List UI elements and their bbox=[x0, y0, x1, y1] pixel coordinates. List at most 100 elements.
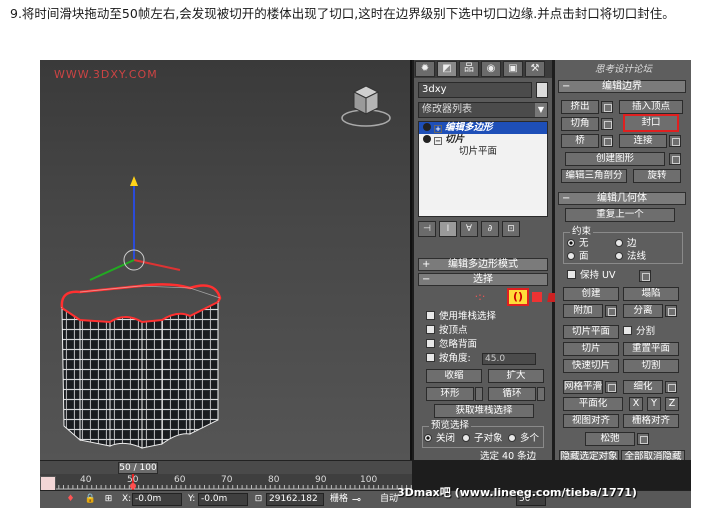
show-end-result-icon[interactable]: I bbox=[439, 221, 457, 237]
stack-item-edit-poly[interactable]: + 编辑多边形 bbox=[419, 122, 547, 134]
loop-button[interactable]: 循环 bbox=[488, 387, 536, 401]
x-coordinate-field[interactable]: -0.0m bbox=[132, 493, 182, 506]
collapse-button[interactable]: 塌陷 bbox=[623, 287, 679, 301]
by-angle-checkbox[interactable]: 按角度: bbox=[426, 353, 471, 365]
collapse-icon[interactable]: − bbox=[434, 137, 442, 145]
tessellate-settings-button[interactable] bbox=[665, 381, 677, 393]
ignore-backfacing-checkbox[interactable]: 忽略背面 bbox=[426, 339, 477, 351]
attach-settings-button[interactable] bbox=[605, 305, 617, 317]
planar-y-button[interactable]: Y bbox=[647, 397, 661, 411]
motion-tab-icon[interactable]: ◉ bbox=[481, 61, 501, 77]
unhide-all-button[interactable]: 全部取消隐藏 bbox=[621, 450, 685, 460]
connect-settings-button[interactable] bbox=[669, 135, 681, 147]
stack-item-slice-plane[interactable]: 切片平面 bbox=[419, 146, 547, 158]
create-button[interactable]: 创建 bbox=[563, 287, 619, 301]
create-tab-icon[interactable]: ✹ bbox=[415, 61, 435, 77]
ring-spinner-button[interactable] bbox=[475, 387, 483, 401]
msmooth-settings-button[interactable] bbox=[605, 381, 617, 393]
use-stack-selection-checkbox[interactable]: 使用堆栈选择 bbox=[426, 311, 496, 323]
preserve-uv-settings-button[interactable] bbox=[639, 270, 651, 282]
constraint-normal-radio[interactable]: 法线 bbox=[615, 251, 646, 263]
relax-button[interactable]: 松弛 bbox=[585, 432, 635, 446]
preview-subobject-radio[interactable]: 子对象 bbox=[462, 433, 503, 445]
split-checkbox[interactable]: 分割 bbox=[623, 326, 655, 338]
planar-z-button[interactable]: Z bbox=[665, 397, 679, 411]
relax-settings-button[interactable] bbox=[637, 433, 649, 445]
turn-button[interactable]: 旋转 bbox=[633, 169, 681, 183]
reset-plane-button[interactable]: 重置平面 bbox=[623, 342, 679, 356]
hierarchy-tab-icon[interactable]: 品 bbox=[459, 61, 479, 77]
preview-off-radio[interactable]: 关闭 bbox=[424, 433, 455, 445]
make-unique-icon[interactable]: ∀ bbox=[460, 221, 478, 237]
grid-align-button[interactable]: 栅格对齐 bbox=[623, 414, 679, 428]
make-planar-button[interactable]: 平面化 bbox=[563, 397, 623, 411]
pin-stack-icon[interactable]: ⊣ bbox=[418, 221, 436, 237]
modify-tab-icon[interactable]: ◩ bbox=[437, 61, 457, 77]
lock-icon[interactable]: 🔒 bbox=[84, 493, 97, 506]
auto-key-button[interactable]: 自动 bbox=[380, 494, 398, 505]
extrude-button[interactable]: 挤出 bbox=[561, 100, 599, 114]
polygon-level-icon[interactable] bbox=[532, 292, 542, 302]
loop-spinner-button[interactable] bbox=[537, 387, 545, 401]
lightbulb-icon[interactable] bbox=[423, 135, 431, 143]
edit-triangulation-button[interactable]: 编辑三角剖分 bbox=[561, 169, 627, 183]
grow-button[interactable]: 扩大 bbox=[488, 369, 544, 383]
modifier-stack[interactable]: + 编辑多边形 − 切片 切片平面 bbox=[418, 121, 548, 217]
create-shape-button[interactable]: 创建图形 bbox=[565, 152, 665, 166]
preserve-uv-checkbox[interactable]: 保持 UV bbox=[567, 270, 615, 282]
chamfer-button[interactable]: 切角 bbox=[561, 117, 599, 131]
edit-borders-rollout[interactable]: − 编辑边界 bbox=[558, 80, 686, 93]
view-align-button[interactable]: 视图对齐 bbox=[563, 414, 619, 428]
detach-settings-button[interactable] bbox=[665, 305, 677, 317]
stack-item-slice[interactable]: − 切片 bbox=[419, 134, 547, 146]
transform-mode-icon[interactable]: ⊞ bbox=[102, 493, 115, 506]
y-coordinate-field[interactable]: -0.0m bbox=[198, 493, 248, 506]
selection-rollout[interactable]: − 选择 bbox=[418, 273, 548, 286]
extrude-settings-button[interactable] bbox=[601, 101, 613, 113]
cap-button[interactable]: 封口 bbox=[623, 114, 679, 132]
msmooth-button[interactable]: 网格平滑 bbox=[563, 380, 603, 394]
ring-button[interactable]: 环形 bbox=[426, 387, 474, 401]
create-shape-settings-button[interactable] bbox=[669, 153, 681, 165]
edit-geometry-rollout[interactable]: − 编辑几何体 bbox=[558, 192, 686, 205]
border-level-icon[interactable]: () bbox=[507, 288, 529, 306]
bridge-settings-button[interactable] bbox=[601, 135, 613, 147]
perspective-viewport[interactable]: WWW.3DXY.COM bbox=[40, 60, 412, 460]
detach-button[interactable]: 分离 bbox=[623, 304, 663, 318]
hide-selected-button[interactable]: 隐藏选定对象 bbox=[559, 450, 619, 460]
repeat-last-button[interactable]: 重复上一个 bbox=[565, 208, 675, 222]
chamfer-settings-button[interactable] bbox=[601, 118, 613, 130]
time-slider-thumb[interactable]: 50 / 100 bbox=[118, 462, 158, 474]
modifier-list-dropdown[interactable]: 修改器列表 ▼ bbox=[418, 102, 548, 118]
cut-button[interactable]: 切割 bbox=[623, 359, 679, 373]
viewcube-icon[interactable] bbox=[340, 78, 392, 130]
expand-icon[interactable]: + bbox=[434, 125, 442, 133]
constraint-edge-radio[interactable]: 边 bbox=[615, 238, 637, 250]
z-coordinate-field[interactable]: 29162.182 bbox=[266, 493, 324, 506]
shrink-button[interactable]: 收缩 bbox=[426, 369, 482, 383]
insert-vertex-button[interactable]: 插入顶点 bbox=[619, 100, 683, 114]
slice-button[interactable]: 切片 bbox=[563, 342, 619, 356]
time-slider[interactable]: 50 / 100 bbox=[40, 460, 412, 474]
connect-button[interactable]: 连接 bbox=[619, 134, 667, 148]
object-color-swatch[interactable] bbox=[536, 82, 548, 98]
preview-multi-radio[interactable]: 多个 bbox=[508, 433, 539, 445]
planar-x-button[interactable]: X bbox=[629, 397, 643, 411]
constraint-none-radio[interactable]: 无 bbox=[567, 238, 589, 250]
constraint-face-radio[interactable]: 面 bbox=[567, 251, 589, 263]
remove-modifier-icon[interactable]: ∂ bbox=[481, 221, 499, 237]
building-model[interactable] bbox=[50, 170, 250, 460]
pin-icon[interactable]: ♦ bbox=[64, 493, 77, 506]
lightbulb-icon[interactable] bbox=[423, 123, 431, 131]
track-bar[interactable]: 40 50 60 70 80 90 100 bbox=[40, 474, 412, 490]
quickslice-button[interactable]: 快速切片 bbox=[563, 359, 619, 373]
vertex-level-icon[interactable]: ·:· bbox=[474, 291, 486, 303]
tessellate-button[interactable]: 细化 bbox=[623, 380, 663, 394]
object-name-field[interactable]: 3dxy bbox=[418, 82, 532, 98]
angle-spinner[interactable]: 45.0 bbox=[482, 353, 536, 365]
attach-button[interactable]: 附加 bbox=[563, 304, 603, 318]
edit-poly-mode-rollout[interactable]: + 编辑多边形模式 bbox=[418, 258, 548, 271]
display-tab-icon[interactable]: ▣ bbox=[503, 61, 523, 77]
configure-sets-icon[interactable]: ⊡ bbox=[502, 221, 520, 237]
utilities-tab-icon[interactable]: ⚒ bbox=[525, 61, 545, 77]
